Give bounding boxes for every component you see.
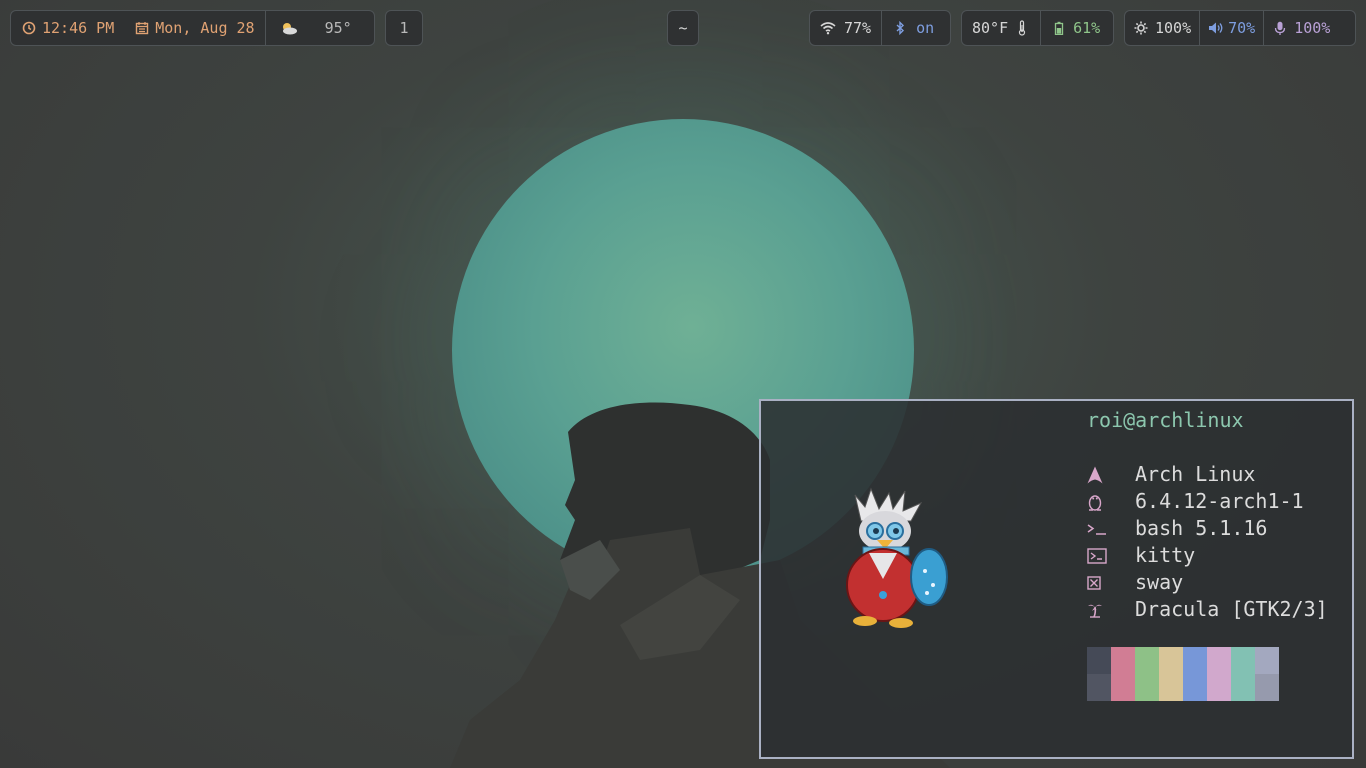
- color-swatch-cell: [1183, 647, 1207, 674]
- info-theme: Dracula [GTK2/3]: [1087, 596, 1328, 623]
- color-palette: [1087, 647, 1279, 701]
- linux-penguin-icon: [1087, 493, 1135, 511]
- battery-icon: [1051, 20, 1067, 36]
- weather-temperature: 95°: [324, 19, 352, 37]
- bluetooth-icon: [892, 20, 908, 36]
- date-widget[interactable]: Mon, Aug 28: [124, 11, 264, 45]
- workspace-label: 1: [399, 19, 409, 37]
- terminal-name: kitty: [1135, 543, 1196, 567]
- terminal-window[interactable]: roi@archlinux Arch Linux 6.4.12-arch1-1 …: [759, 399, 1354, 759]
- theme-palm-icon: [1087, 602, 1135, 618]
- color-swatch-cell: [1159, 647, 1183, 674]
- info-shell: bash 5.1.16: [1087, 515, 1328, 542]
- color-swatch-cell: [1231, 674, 1255, 701]
- color-swatch-cell: [1087, 647, 1111, 674]
- weather-widget[interactable]: 95°: [264, 11, 362, 45]
- info-os: Arch Linux: [1087, 461, 1328, 488]
- theme-name: Dracula [GTK2/3]: [1135, 597, 1328, 621]
- color-swatch: [1111, 647, 1135, 701]
- sensors-module: 80°F 61%: [961, 10, 1114, 46]
- cloud-sun-icon: [278, 20, 300, 36]
- brightness-widget[interactable]: 100%: [1125, 11, 1199, 45]
- color-swatch: [1231, 647, 1255, 701]
- user-host: roi@archlinux: [1087, 408, 1244, 432]
- color-swatch-cell: [1135, 647, 1159, 674]
- microphone-icon: [1272, 20, 1288, 36]
- window-title-label: ~: [678, 19, 688, 37]
- color-swatch: [1159, 647, 1183, 701]
- color-swatch-cell: [1135, 674, 1159, 701]
- color-swatch-cell: [1111, 647, 1135, 674]
- volume-icon: [1208, 20, 1224, 36]
- workspace-button[interactable]: 1: [385, 10, 423, 46]
- bluetooth-status: on: [916, 19, 935, 37]
- system-info: roi@archlinux Arch Linux 6.4.12-arch1-1 …: [1087, 407, 1328, 623]
- volume-level: 70%: [1228, 19, 1256, 37]
- color-swatch-cell: [1207, 647, 1231, 674]
- color-swatch: [1135, 647, 1159, 701]
- brightness-level: 100%: [1155, 19, 1192, 37]
- clock-icon: [21, 20, 37, 36]
- color-swatch-cell: [1159, 674, 1183, 701]
- kernel-version: 6.4.12-arch1-1: [1135, 489, 1304, 513]
- color-swatch: [1183, 647, 1207, 701]
- shell-version: bash 5.1.16: [1135, 516, 1268, 540]
- wifi-icon: [820, 20, 836, 36]
- terminal-icon: [1087, 547, 1135, 564]
- window-manager-icon: [1087, 575, 1135, 590]
- temperature-widget[interactable]: 80°F: [962, 11, 1040, 45]
- window-title[interactable]: ~: [667, 10, 699, 46]
- color-swatch: [1087, 647, 1111, 701]
- color-swatch-cell: [1183, 674, 1207, 701]
- cpu-temperature: 80°F: [972, 19, 1009, 37]
- volume-widget[interactable]: 70%: [1199, 11, 1263, 45]
- color-swatch-cell: [1207, 674, 1231, 701]
- info-terminal: kitty: [1087, 542, 1328, 569]
- clock-weather-module: 12:46 PM Mon, Aug 28 95°: [10, 10, 375, 46]
- brightness-icon: [1133, 20, 1149, 36]
- thermometer-icon: [1014, 20, 1030, 36]
- date-text: Mon, Aug 28: [155, 19, 255, 37]
- color-swatch-cell: [1111, 674, 1135, 701]
- battery-widget[interactable]: 61%: [1040, 11, 1110, 45]
- color-swatch-cell: [1255, 647, 1279, 674]
- color-swatch: [1207, 647, 1231, 701]
- microphone-widget[interactable]: 100%: [1263, 11, 1338, 45]
- controls-module: 100% 70% 100%: [1124, 10, 1356, 46]
- os-name: Arch Linux: [1135, 462, 1256, 486]
- window-manager-name: sway: [1135, 570, 1184, 594]
- clock-time: 12:46 PM: [42, 19, 115, 37]
- calendar-icon: [134, 20, 150, 36]
- color-swatch-cell: [1231, 647, 1255, 674]
- wifi-strength: 77%: [844, 19, 872, 37]
- info-kernel: 6.4.12-arch1-1: [1087, 488, 1328, 515]
- microphone-level: 100%: [1294, 19, 1331, 37]
- shell-prompt-icon: [1087, 522, 1135, 536]
- color-swatch-cell: [1255, 674, 1279, 701]
- color-swatch: [1255, 647, 1279, 701]
- info-wm: sway: [1087, 569, 1328, 596]
- arch-icon: [1087, 466, 1135, 484]
- clock-widget[interactable]: 12:46 PM: [11, 11, 124, 45]
- bluetooth-widget[interactable]: on: [881, 11, 944, 45]
- penguin-mascot-image: [846, 487, 948, 628]
- wifi-widget[interactable]: 77%: [810, 11, 881, 45]
- network-module: 77% on: [809, 10, 951, 46]
- battery-level: 61%: [1073, 19, 1101, 37]
- color-swatch-cell: [1087, 674, 1111, 701]
